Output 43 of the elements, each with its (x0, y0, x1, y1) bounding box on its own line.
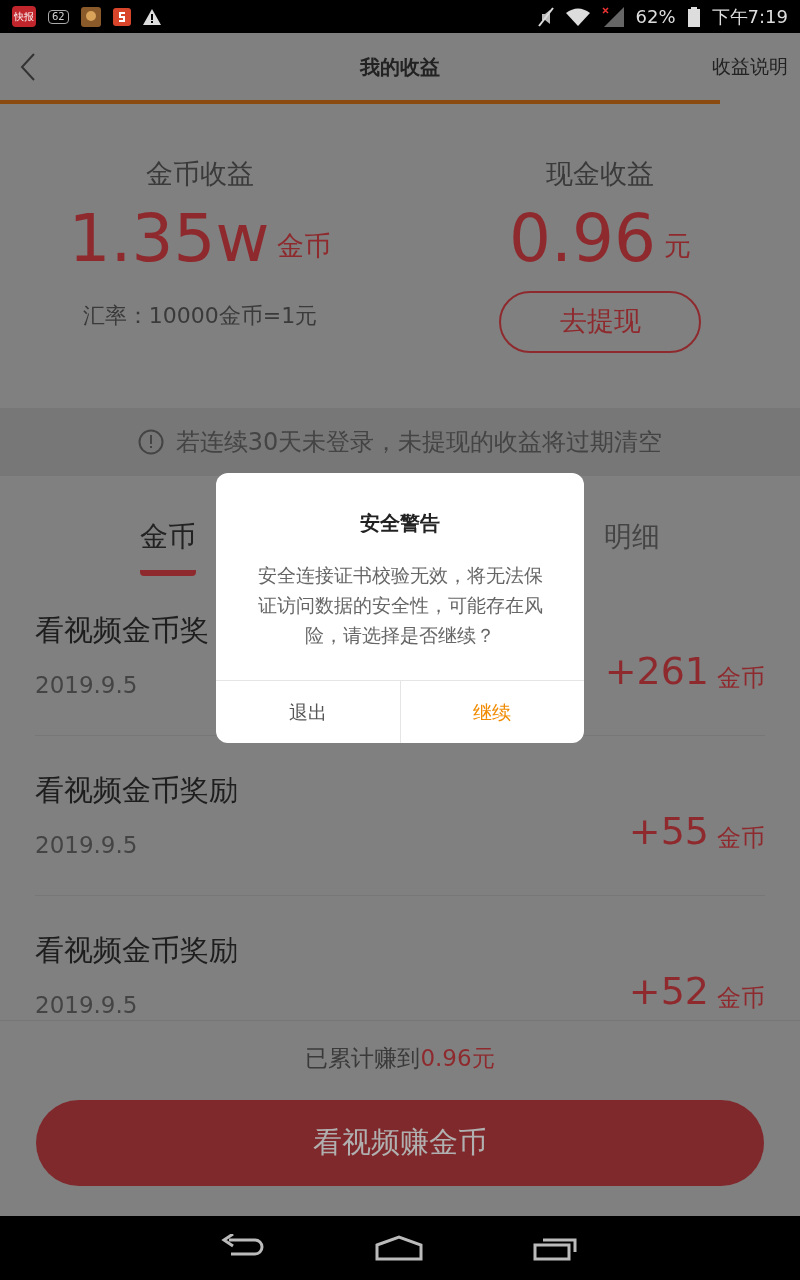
home-icon[interactable] (375, 1235, 423, 1261)
total-label: 已累计赚到 (305, 1044, 421, 1073)
info-icon (137, 429, 164, 455)
notification-badge: 62 (48, 9, 69, 24)
warning-icon (142, 8, 161, 25)
record-title: 看视频金币奖 (35, 611, 209, 649)
summary-value: 1.35w (68, 198, 270, 279)
app-icon (112, 7, 131, 26)
summary-label: 金币收益 (146, 157, 254, 191)
total-value: 0.96元 (420, 1044, 495, 1073)
tab[interactable]: 金币 (140, 516, 196, 576)
dialog-title: 安全警告 (360, 510, 440, 537)
record-title: 看视频金币奖励 (35, 771, 238, 809)
record-amount: +261 (604, 648, 709, 695)
earnings-info-link[interactable]: 收益说明 (712, 52, 788, 81)
record-date: 2019.9.5 (35, 671, 139, 700)
exchange-rate: 汇率：10000金币=1元 (82, 301, 318, 330)
record-date: 2019.9.5 (35, 991, 139, 1020)
app-icon: 快报 (12, 6, 36, 27)
record-unit: 金币 (717, 823, 765, 854)
wifi-icon (565, 7, 590, 26)
page-title: 我的收益 (360, 53, 440, 81)
watch-video-button[interactable]: 看视频赚金币 (36, 1099, 764, 1186)
withdraw-button[interactable]: 去提现 (499, 290, 701, 353)
clock: 下午7:19 (711, 5, 788, 29)
mute-icon (537, 6, 554, 27)
continue-button[interactable]: 继续 (399, 681, 584, 743)
record-unit: 金币 (717, 983, 765, 1014)
summary-unit: 金币 (277, 229, 332, 263)
record-title: 看视频金币奖励 (35, 931, 238, 969)
dialog-message: 安全连接证书校验无效，将无法保证访问数据的安全性，可能存在风险，请选择是否继续？ (256, 563, 544, 648)
exit-button[interactable]: 退出 (216, 681, 400, 743)
battery-icon (687, 6, 700, 27)
summary-value: 0.96 (509, 198, 656, 279)
signal-icon (601, 6, 624, 27)
record-amount: +52 (628, 968, 709, 1015)
summary-label: 现金收益 (546, 157, 654, 191)
record-amount: +55 (628, 808, 709, 855)
tab[interactable]: 明细 (604, 516, 660, 576)
record-date: 2019.9.5 (35, 831, 139, 860)
summary-unit: 元 (663, 229, 691, 263)
battery-level: 62% (635, 5, 676, 29)
record-unit: 金币 (717, 663, 765, 694)
